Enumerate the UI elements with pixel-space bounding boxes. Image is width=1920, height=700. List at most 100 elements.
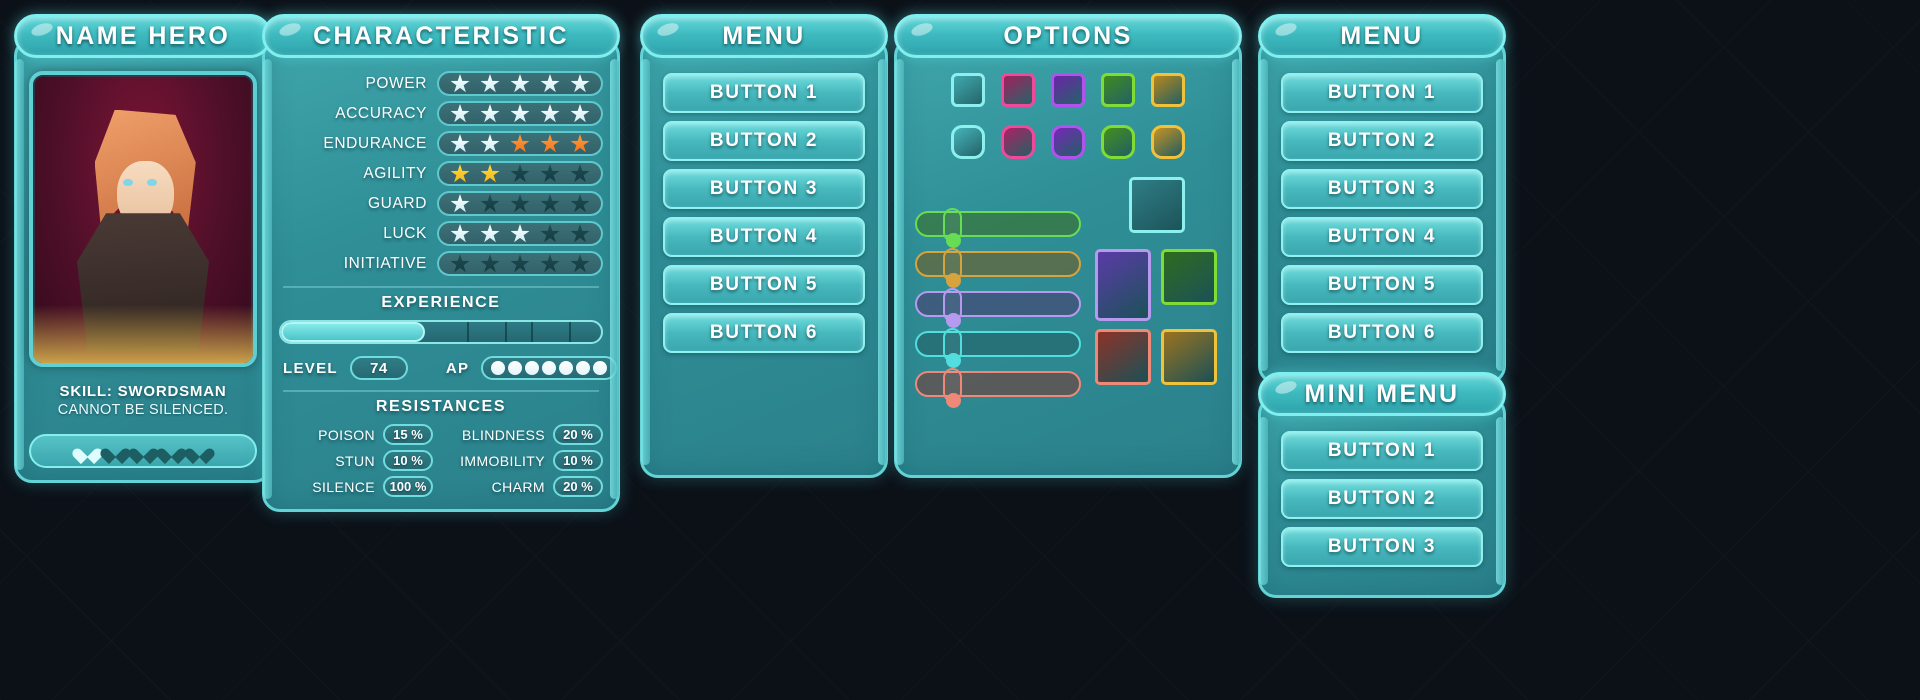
hero-skill-title: SKILL: SWORDSMAN <box>59 383 227 400</box>
menu-button-4[interactable]: BUTTON 4 <box>663 217 865 257</box>
hero-panel-body: SKILL: SWORDSMAN CANNOT BE SILENCED. <box>14 38 272 483</box>
star-icon <box>540 224 560 243</box>
menu2-panel-body: BUTTON 1 BUTTON 2 BUTTON 3 BUTTON 4 BUTTON 5… <box>1258 38 1506 384</box>
slider-gold[interactable] <box>915 248 1081 288</box>
star-icon <box>480 164 500 183</box>
slider-thumb-dot[interactable] <box>946 313 961 328</box>
ap-dots[interactable] <box>481 356 618 380</box>
resistances-grid: POISON 15 % BLINDNESS 20 % STUN 10 % IMMOBILIT… <box>279 424 603 497</box>
option-green-box[interactable] <box>1161 249 1217 305</box>
menu-button-1[interactable]: BUTTON 1 <box>1281 431 1483 471</box>
menu-button-5[interactable]: BUTTON 5 <box>1281 265 1483 305</box>
stat-star-rating[interactable] <box>437 191 603 216</box>
star-icon <box>450 254 470 273</box>
star-icon <box>510 104 530 123</box>
stat-label: ENDURANCE <box>323 134 427 152</box>
portrait-eye-left <box>123 178 134 186</box>
hero-portrait[interactable] <box>29 71 257 367</box>
portrait-foreground-grass <box>33 305 253 363</box>
star-icon <box>540 194 560 213</box>
panel-rail-right <box>1232 59 1241 465</box>
option-red-box[interactable] <box>1095 329 1151 385</box>
color-swatch-square-magenta[interactable] <box>1001 73 1035 107</box>
menu-button-4[interactable]: BUTTON 4 <box>1281 217 1483 257</box>
menu-button-2[interactable]: BUTTON 2 <box>1281 121 1483 161</box>
resistance-label: IMMOBILITY <box>460 452 545 469</box>
stat-label: POWER <box>365 74 427 92</box>
mini-menu-button-list: BUTTON 1 BUTTON 2 BUTTON 3 <box>1281 431 1483 567</box>
menu-button-3[interactable]: BUTTON 3 <box>1281 527 1483 567</box>
color-swatch-square-purple[interactable] <box>1051 73 1085 107</box>
slider-thumb-dot[interactable] <box>946 353 961 368</box>
color-swatch-round-purple[interactable] <box>1051 125 1085 159</box>
menu-button-2[interactable]: BUTTON 2 <box>663 121 865 161</box>
slider-red[interactable] <box>915 368 1081 408</box>
slider-purple[interactable] <box>915 288 1081 328</box>
panel-rail-left <box>895 59 904 465</box>
color-swatch-round-green[interactable] <box>1101 125 1135 159</box>
menu-button-3[interactable]: BUTTON 3 <box>663 169 865 209</box>
menu-button-5[interactable]: BUTTON 5 <box>663 265 865 305</box>
icon-box-grid <box>1095 177 1221 397</box>
option-purple-box[interactable] <box>1095 249 1151 321</box>
menu-button-6[interactable]: BUTTON 6 <box>663 313 865 353</box>
menu-button-2[interactable]: BUTTON 2 <box>1281 479 1483 519</box>
ap-dot-icon <box>542 361 557 375</box>
option-gold-box[interactable] <box>1161 329 1217 385</box>
star-icon <box>480 254 500 273</box>
level-label: LEVEL <box>283 359 338 377</box>
experience-bar[interactable] <box>279 320 603 344</box>
stat-row: ENDURANCE <box>279 131 603 156</box>
stat-star-rating[interactable] <box>437 221 603 246</box>
slider-thumb-dot[interactable] <box>946 393 961 408</box>
hero-health-hearts[interactable] <box>29 434 257 468</box>
slider-thumb-dot[interactable] <box>946 273 961 288</box>
divider <box>283 286 599 288</box>
resistance-label: POISON <box>318 426 375 443</box>
ap-dot-icon <box>525 361 540 375</box>
hero-name-title: NAME HERO <box>55 21 231 50</box>
panel-rail-right <box>1496 417 1505 585</box>
heart-icon <box>190 442 209 460</box>
stat-star-rating[interactable] <box>437 251 603 276</box>
menu-button-1[interactable]: BUTTON 1 <box>1281 73 1483 113</box>
panel-rail-right <box>1496 59 1505 371</box>
menu-button-3[interactable]: BUTTON 3 <box>1281 169 1483 209</box>
menu2-button-list: BUTTON 1 BUTTON 2 BUTTON 3 BUTTON 4 BUTTON 5… <box>1281 73 1483 353</box>
color-swatch-round-gold[interactable] <box>1151 125 1185 159</box>
color-swatch-round-teal[interactable] <box>951 125 985 159</box>
slider-green[interactable] <box>915 208 1081 248</box>
slider-teal[interactable] <box>915 328 1081 368</box>
option-teal-box[interactable] <box>1129 177 1185 233</box>
color-swatch-square-green[interactable] <box>1101 73 1135 107</box>
stat-star-rating[interactable] <box>437 161 603 186</box>
menu-panel-body: BUTTON 1 BUTTON 2 BUTTON 3 BUTTON 4 BUTTON 5… <box>640 38 888 478</box>
star-icon <box>570 194 590 213</box>
ap-dot-icon <box>559 361 574 375</box>
mini-menu-panel: MINI MENU BUTTON 1 BUTTON 2 BUTTON 3 <box>1258 372 1506 598</box>
star-icon <box>450 194 470 213</box>
menu-panel-header: MENU <box>640 14 888 58</box>
color-swatch-round-magenta[interactable] <box>1001 125 1035 159</box>
resistance-value: 10 % <box>553 450 603 471</box>
menu-button-1[interactable]: BUTTON 1 <box>663 73 865 113</box>
star-icon <box>450 134 470 153</box>
star-icon <box>510 224 530 243</box>
resistance-label: CHARM <box>491 478 545 495</box>
color-swatch-square-teal[interactable] <box>951 73 985 107</box>
panel-rail-left <box>263 59 272 499</box>
slider-thumb-dot[interactable] <box>946 233 961 248</box>
resistance-item: SILENCE 100 % <box>279 476 433 497</box>
menu-button-6[interactable]: BUTTON 6 <box>1281 313 1483 353</box>
star-icon <box>540 104 560 123</box>
stat-star-rating[interactable] <box>437 71 603 96</box>
stat-star-rating[interactable] <box>437 101 603 126</box>
panel-rail-right <box>878 59 887 465</box>
stat-star-rating[interactable] <box>437 131 603 156</box>
options-title: OPTIONS <box>1003 21 1133 50</box>
star-icon <box>510 194 530 213</box>
ap-label: AP <box>445 359 470 377</box>
experience-label: EXPERIENCE <box>381 294 501 311</box>
color-swatch-square-gold[interactable] <box>1151 73 1185 107</box>
stat-label: GUARD <box>368 194 427 212</box>
